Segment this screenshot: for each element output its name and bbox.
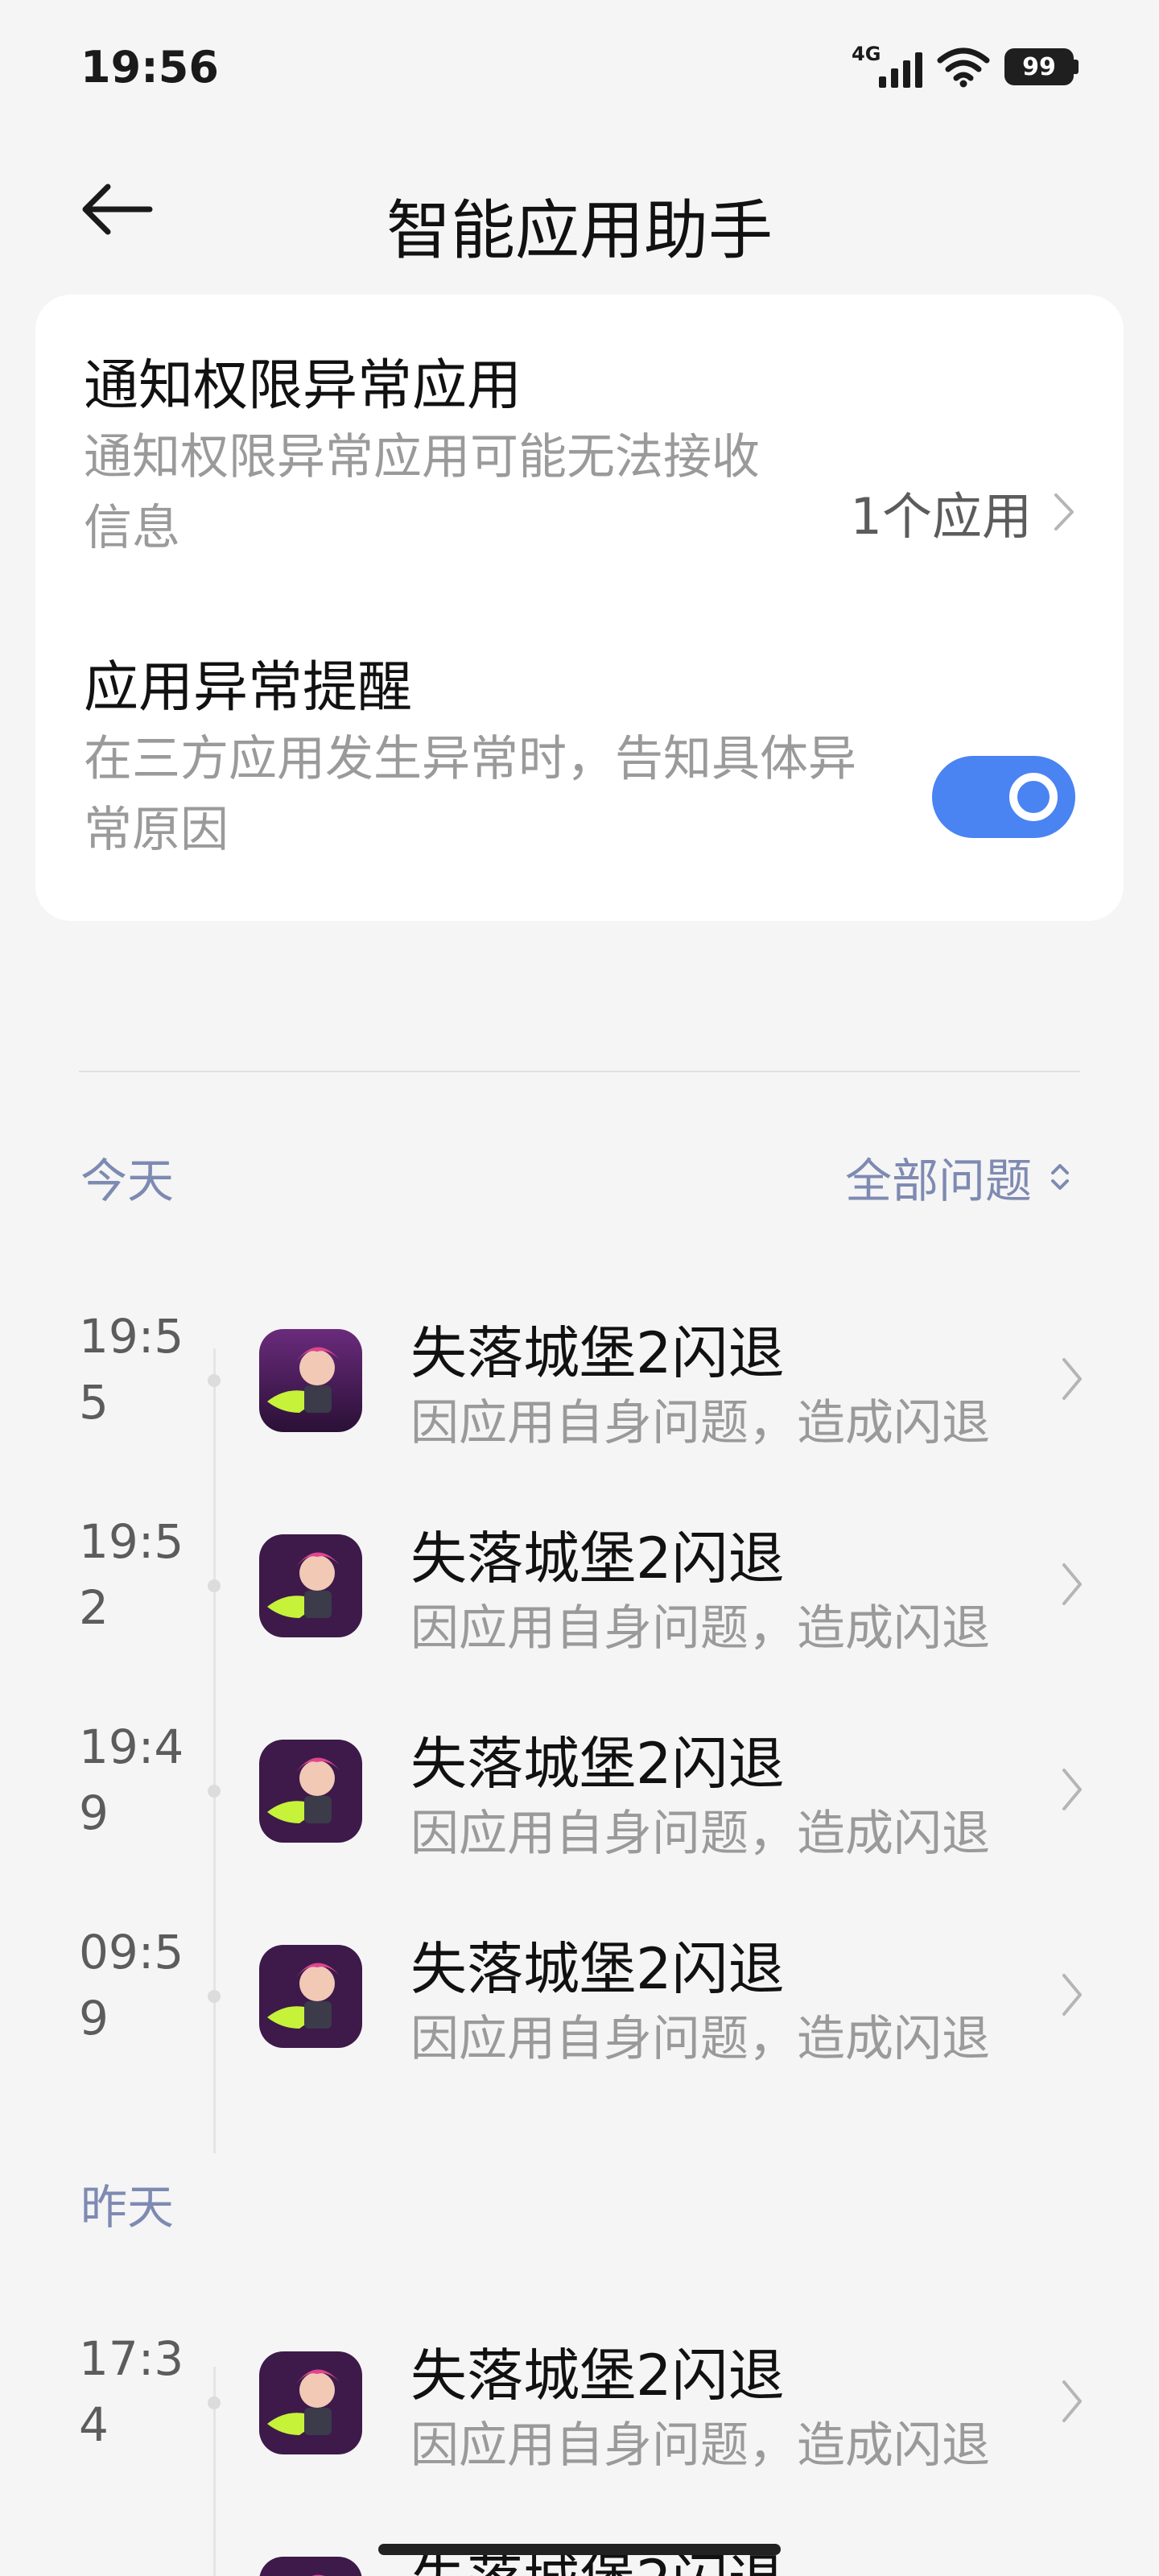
event-title: 失落城堡2闪退 [410, 1936, 785, 2002]
event-desc: 因应用自身问题，造成闪退 [410, 1806, 990, 1862]
timeline-dot [208, 1374, 221, 1387]
event-desc: 因应用自身问题，造成闪退 [410, 2417, 990, 2474]
chevron-right-icon [1054, 493, 1074, 530]
filter-label: 全部问题 [844, 1154, 1032, 1208]
app-icon [259, 2351, 362, 2454]
event-row[interactable]: 19:55 失落城堡2闪退 因应用自身问题，造成闪退 [0, 1284, 1159, 1477]
chevron-right-icon [1062, 1974, 1082, 2016]
event-title: 失落城堡2闪退 [410, 1731, 785, 1797]
event-row[interactable]: 17:34 失落城堡2闪退 因应用自身问题，造成闪退 [0, 2306, 1159, 2500]
event-desc: 因应用自身问题，造成闪退 [410, 1395, 990, 1451]
abnormal-app-count: 1个应用 [850, 487, 1032, 546]
page-title: 智能应用助手 [386, 193, 773, 268]
section-label-today: 今天 [80, 1154, 175, 1208]
abnormal-reminder-title: 应用异常提醒 [84, 656, 413, 720]
settings-card: 通知权限异常应用 通知权限异常应用可能无法接收信息 1个应用 应用异常提醒 在三… [35, 295, 1124, 921]
chevron-right-icon [1062, 2380, 1082, 2422]
home-indicator[interactable] [378, 2544, 781, 2555]
signal-icon: 4G [850, 43, 922, 91]
event-time: 19:55 [79, 1309, 184, 1430]
timeline-dot [208, 2396, 221, 2409]
event-time: 09:59 [79, 1925, 184, 2046]
timeline-dot [208, 1785, 221, 1798]
abnormal-reminder-row: 应用异常提醒 在三方应用发生异常时，告知具体异常原因 [84, 653, 1075, 878]
event-row[interactable]: 19:52 失落城堡2闪退 因应用自身问题，造成闪退 [0, 1489, 1159, 1682]
notification-abnormal-row[interactable]: 通知权限异常应用 通知权限异常应用可能无法接收信息 1个应用 [84, 351, 1075, 576]
battery-level: 99 [1004, 48, 1074, 85]
wifi-icon [937, 47, 990, 88]
chevron-right-icon [1062, 1563, 1082, 1605]
status-bar: 19:56 4G 99 [0, 0, 1159, 137]
section-label-yesterday: 昨天 [80, 2180, 175, 2235]
app-icon [259, 1945, 362, 2048]
event-time: 19:52 [79, 1514, 184, 1635]
app-icon [259, 1534, 362, 1637]
timeline-dot [208, 1990, 221, 2003]
event-row[interactable]: 09:59 失落城堡2闪退 因应用自身问题，造成闪退 [0, 1900, 1159, 2093]
timeline-dot [208, 1579, 221, 1592]
event-title: 失落城堡2闪退 [410, 2343, 785, 2409]
abnormal-reminder-desc: 在三方应用发生异常时，告知具体异常原因 [84, 731, 856, 858]
app-icon [259, 1740, 362, 1843]
chevron-right-icon [1062, 1769, 1082, 1810]
event-time: 17:34 [79, 2331, 184, 2452]
notification-abnormal-title: 通知权限异常应用 [84, 354, 522, 418]
app-icon [259, 1329, 362, 1432]
event-row[interactable]: 19:49 失落城堡2闪退 因应用自身问题，造成闪退 [0, 1695, 1159, 1888]
event-desc: 因应用自身问题，造成闪退 [410, 1600, 990, 1657]
header: 智能应用助手 [0, 153, 1159, 268]
app-icon [259, 2557, 362, 2576]
divider [79, 1071, 1080, 1072]
abnormal-reminder-toggle[interactable] [932, 756, 1075, 838]
filter-dropdown[interactable]: 全部问题 [845, 1143, 1070, 1211]
chevron-right-icon [1062, 1358, 1082, 1400]
battery-icon: 99 [1004, 48, 1079, 85]
event-title: 失落城堡2闪退 [410, 2536, 785, 2576]
network-type: 4G [852, 43, 881, 65]
notification-abnormal-desc: 通知权限异常应用可能无法接收信息 [84, 429, 760, 556]
event-time: 19:49 [79, 1719, 184, 1840]
event-title: 失落城堡2闪退 [410, 1320, 785, 1386]
notification-abnormal-value[interactable]: 1个应用 [851, 476, 1075, 548]
event-title: 失落城堡2闪退 [410, 1525, 785, 1591]
status-time: 19:56 [80, 42, 219, 93]
sort-updown-icon [1051, 1164, 1069, 1190]
status-icons: 4G 99 [850, 40, 1079, 93]
event-desc: 因应用自身问题，造成闪退 [410, 2011, 990, 2067]
